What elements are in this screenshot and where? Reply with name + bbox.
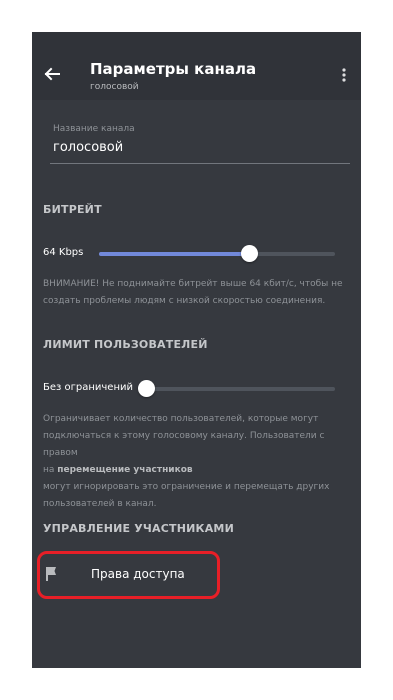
back-arrow-icon[interactable] [44,66,60,82]
bitrate-value-label: 64 Kbps [43,247,84,258]
user-limit-slider-knob[interactable] [138,380,155,397]
bitrate-slider-knob[interactable] [241,245,258,262]
more-vertical-icon[interactable] [341,68,347,82]
user-limit-value-label: Без ограничений [43,382,133,393]
channel-settings-screen: Параметры канала голосовой Название кана… [32,32,361,668]
user-limit-section-title: ЛИМИТ ПОЛЬЗОВАТЕЛЕЙ [43,338,208,351]
user-limit-help-text: Ограничивает количество пользователей, к… [43,414,330,509]
highlight-frame [37,551,220,599]
bitrate-slider-fill [99,252,249,256]
app-header: Параметры канала голосовой [32,32,361,100]
bitrate-warning: ВНИМАНИЕ! Не поднимайте битрейт выше 64 … [43,279,343,306]
members-section-title: УПРАВЛЕНИЕ УЧАСТНИКАМИ [43,522,234,535]
channel-name-input[interactable]: голосовой [53,140,123,155]
page-subtitle: голосовой [90,82,139,92]
bitrate-section-title: БИТРЕЙТ [43,203,102,216]
user-limit-slider-track[interactable] [138,387,335,391]
input-underline [50,163,350,164]
page-title: Параметры канала [90,60,257,78]
channel-name-label: Название канала [53,124,135,134]
move-members-permission: перемещение участников [57,465,193,475]
